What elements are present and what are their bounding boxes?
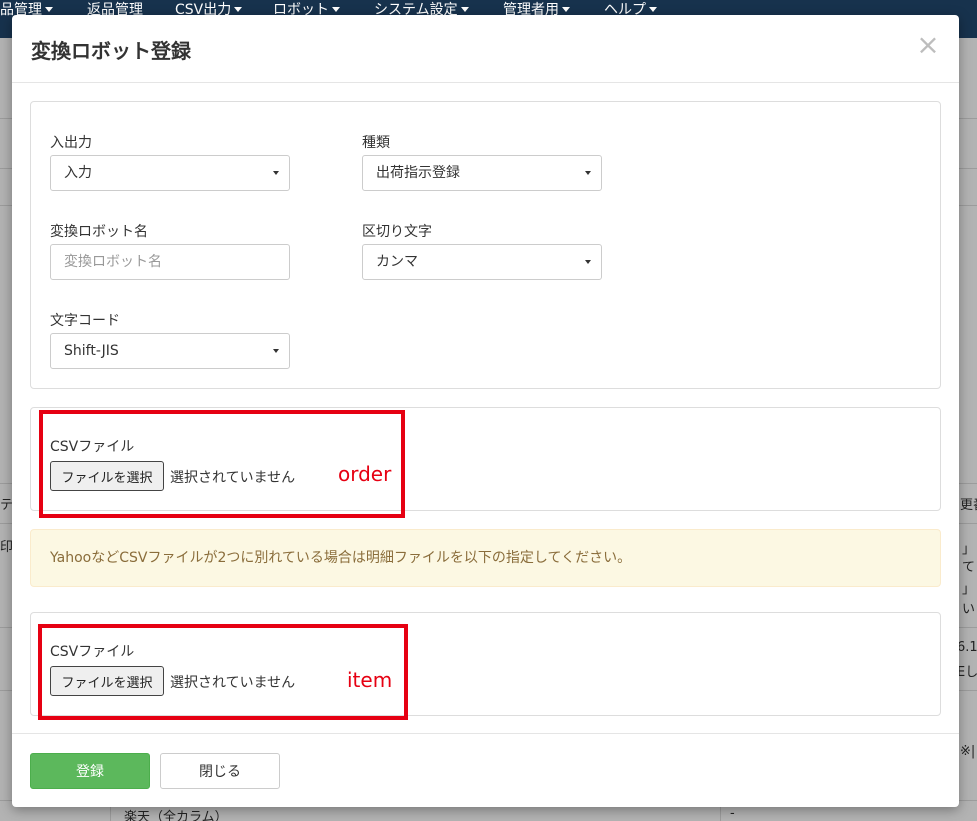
register-button[interactable]: 登録 — [30, 753, 150, 789]
background-text: 楽天（全カラム） — [124, 810, 228, 821]
encoding-label: 文字コード — [50, 313, 120, 329]
encoding-select[interactable]: Shift-JIS — [50, 333, 290, 369]
caret-down-icon — [234, 7, 243, 12]
background-text: - — [730, 806, 735, 821]
register-robot-modal: 変換ロボット登録 × 入出力 入力 種類 出荷指示登録 変換ロボット名 区切り文… — [12, 15, 959, 807]
background-text: 」 る — [962, 582, 977, 597]
modal-header: 変換ロボット登録 × — [12, 15, 959, 83]
robot-name-label: 変換ロボット名 — [50, 224, 148, 240]
caret-down-icon — [273, 349, 279, 353]
caret-down-icon — [585, 260, 591, 264]
type-label: 種類 — [362, 135, 390, 151]
caret-down-icon — [460, 7, 469, 12]
close-button[interactable]: 閉じる — [160, 753, 280, 789]
io-select[interactable]: 入力 — [50, 155, 290, 191]
background-text: 」 ( — [962, 542, 977, 557]
annotation-item: item — [347, 668, 393, 692]
info-alert: YahooなどCSVファイルが2つに別れている場合は明細ファイルを以下の指定して… — [30, 529, 941, 587]
modal-title: 変換ロボット登録 — [31, 39, 191, 63]
background-text: ※| — [960, 744, 976, 759]
delimiter-select[interactable]: カンマ — [362, 244, 602, 280]
background-text: 更番 — [960, 498, 977, 513]
io-label: 入出力 — [50, 135, 92, 151]
background-text: て — [962, 560, 976, 575]
robot-name-input[interactable] — [50, 244, 290, 280]
caret-down-icon — [273, 171, 279, 175]
encoding-select-value: Shift-JIS — [64, 343, 119, 359]
modal-footer: 登録 閉じる — [12, 733, 959, 807]
caret-down-icon — [332, 7, 340, 12]
background-text: Eし — [957, 665, 977, 680]
annotation-order: order — [338, 462, 392, 486]
delimiter-label: 区切り文字 — [362, 224, 432, 240]
io-select-value: 入力 — [64, 165, 92, 181]
type-select[interactable]: 出荷指示登録 — [362, 155, 602, 191]
settings-panel: 入出力 入力 種類 出荷指示登録 変換ロボット名 区切り文字 カンマ 文字コード… — [30, 101, 941, 389]
background-text: 6.1 — [957, 640, 977, 655]
caret-down-icon — [45, 7, 53, 12]
caret-down-icon — [649, 7, 657, 12]
type-select-value: 出荷指示登録 — [376, 165, 460, 181]
delimiter-select-value: カンマ — [376, 254, 418, 270]
close-icon[interactable]: × — [912, 29, 944, 61]
background-text: い — [962, 602, 976, 617]
caret-down-icon — [562, 7, 570, 12]
caret-down-icon — [585, 171, 591, 175]
